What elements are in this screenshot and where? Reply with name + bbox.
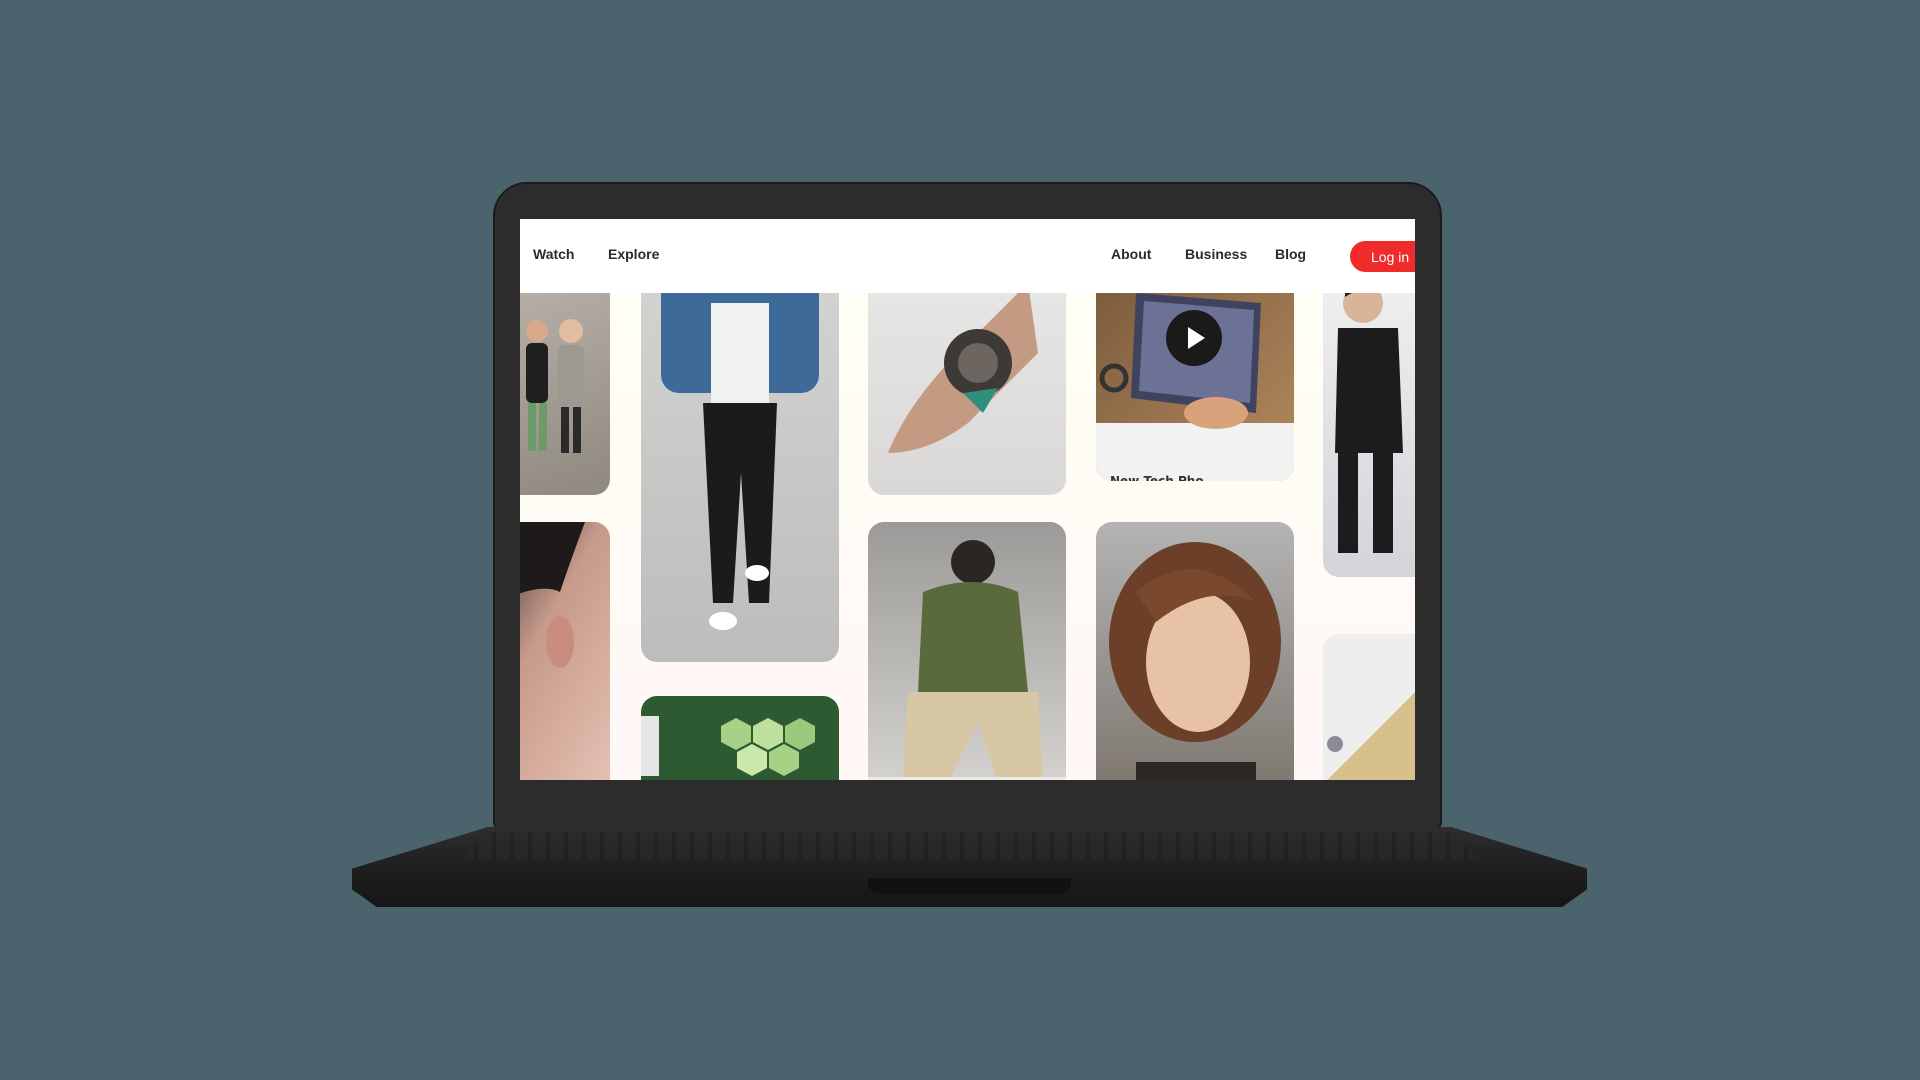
animated-characters-image <box>526 319 584 453</box>
play-icon[interactable] <box>1166 310 1222 366</box>
hand-tattoo-image <box>888 283 1038 453</box>
laptop-keyboard <box>460 832 1480 860</box>
top-navigation: Watch Explore About Business Blog Log in <box>520 219 1415 293</box>
pin-green-jacket[interactable] <box>868 522 1066 780</box>
browser-screen: Watch Explore About Business Blog Log in <box>520 219 1415 780</box>
green-hexagon-panels-image <box>641 716 815 776</box>
pin-haircut[interactable] <box>520 522 610 780</box>
foldable-phone-image <box>1096 293 1294 481</box>
pin-green-hexagons[interactable] <box>641 696 839 780</box>
pin-hand-tattoo[interactable] <box>868 273 1066 495</box>
denim-jacket-outfit-image <box>661 273 819 630</box>
nav-explore-link[interactable]: Explore <box>608 246 659 262</box>
nav-business-link[interactable]: Business <box>1185 246 1247 262</box>
animated-figure-image <box>1335 281 1403 553</box>
closeup-image <box>1327 736 1343 752</box>
pin-animated-trio[interactable] <box>520 273 610 495</box>
login-button[interactable]: Log in <box>1350 241 1415 272</box>
pin-portrait[interactable] <box>1096 522 1294 780</box>
pin-denim-outfit[interactable] <box>641 273 839 662</box>
pin-foldable-phone-video[interactable]: New Tech Pho <box>1096 273 1294 481</box>
pin-caption: New Tech Pho <box>1110 475 1204 481</box>
portrait-image <box>1109 542 1281 780</box>
nav-watch-link[interactable]: Watch <box>533 246 574 262</box>
pin-beige-closeup[interactable] <box>1323 634 1415 780</box>
pin-animated-figure[interactable] <box>1323 273 1415 577</box>
pin-grid: New Tech Pho <box>520 273 1415 780</box>
nav-about-link[interactable]: About <box>1111 246 1151 262</box>
nav-blog-link[interactable]: Blog <box>1275 246 1306 262</box>
laptop-notch <box>868 878 1071 894</box>
haircut-image <box>520 522 585 668</box>
green-jacket-person-image <box>868 540 1066 780</box>
